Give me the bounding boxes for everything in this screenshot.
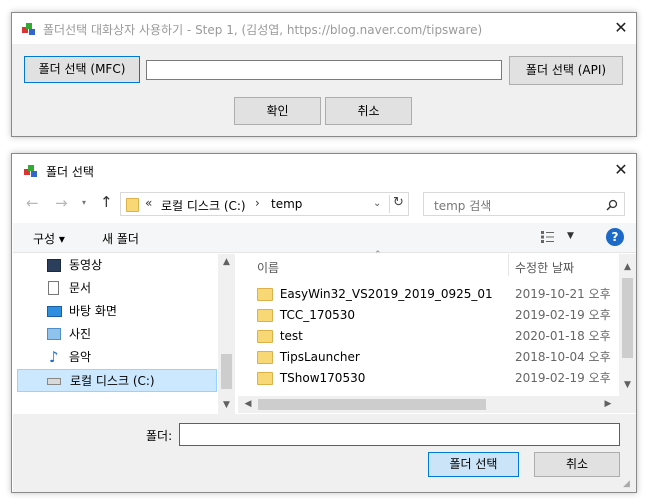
forward-icon[interactable]: → (55, 194, 68, 212)
up-icon[interactable]: ↑ (100, 193, 113, 211)
new-folder-button[interactable]: 새 폴더 (102, 230, 139, 247)
recent-dropdown-icon[interactable]: ▾ (82, 198, 86, 207)
help-icon[interactable]: ? (606, 228, 624, 246)
list-horizontal-scrollbar[interactable]: ◀ ▶ (238, 396, 636, 413)
folder-icon (257, 309, 273, 322)
tree-scroll-thumb[interactable] (221, 354, 232, 389)
drive-icon (47, 378, 61, 385)
main-window: 폴더선택 대화상자 사용하기 - Step 1, (김성엽, https://b… (11, 12, 637, 137)
tree-item-music[interactable]: ♪ 음악 (17, 346, 217, 369)
list-scroll-right-icon[interactable]: ▶ (602, 399, 614, 409)
list-vertical-scrollbar[interactable]: ▲ ▼ (619, 254, 636, 396)
address-separator[interactable]: › (255, 196, 260, 210)
main-titlebar: 폴더선택 대화상자 사용하기 - Step 1, (김성엽, https://b… (12, 13, 636, 44)
address-dropdown-icon[interactable]: ⌄ (373, 198, 381, 209)
tree-scrollbar[interactable]: ▲ ▼ (218, 254, 235, 414)
tree-item-videos[interactable]: 동영상 (17, 254, 217, 277)
list-scroll-thumb[interactable] (622, 278, 633, 358)
tree-scroll-down-icon[interactable]: ▼ (218, 400, 235, 410)
tree-item-pictures[interactable]: 사진 (17, 323, 217, 346)
search-icon (606, 199, 618, 211)
folder-path-field[interactable] (146, 60, 502, 80)
folder-name-input[interactable] (179, 423, 620, 446)
list-item[interactable]: TCC_170530 2019-02-19 오후 (257, 305, 627, 326)
list-hscroll-thumb[interactable] (258, 399, 486, 410)
dialog-cancel-button[interactable]: 취소 (534, 452, 620, 477)
toolbar: 구성 ▾ 새 폴더 ▼ ? (13, 223, 636, 253)
search-placeholder: temp 검색 (434, 199, 492, 213)
list-item[interactable]: EasyWin32_VS2019_2019_0925_01 2019-10-21… (257, 284, 627, 305)
view-options-icon[interactable] (541, 231, 559, 243)
folder-label: 폴더: (146, 429, 173, 443)
resize-grip-icon[interactable]: ◢ (623, 479, 630, 489)
main-window-title: 폴더선택 대화상자 사용하기 - Step 1, (김성엽, https://b… (43, 23, 483, 37)
dialog-footer: 폴더: 폴더 선택 취소 ◢ (13, 414, 636, 492)
column-header-name[interactable]: 이름 (257, 259, 279, 276)
pictures-icon (47, 328, 61, 340)
desktop-icon (47, 306, 62, 317)
list-scroll-left-icon[interactable]: ◀ (242, 399, 254, 409)
folder-icon (257, 288, 273, 301)
music-icon: ♪ (49, 348, 59, 366)
search-input[interactable]: temp 검색 (423, 192, 625, 216)
select-folder-button[interactable]: 폴더 선택 (428, 452, 519, 477)
column-header-modified[interactable]: 수정한 날짜 (515, 259, 574, 276)
cancel-button[interactable]: 취소 (325, 97, 412, 125)
tree-item-desktop[interactable]: 바탕 화면 (17, 300, 217, 323)
address-folder-icon (126, 198, 139, 212)
back-icon[interactable]: ← (26, 194, 39, 212)
address-overflow[interactable]: « (145, 196, 152, 210)
list-scroll-down-icon[interactable]: ▼ (619, 380, 636, 390)
organize-button[interactable]: 구성 ▾ (33, 230, 65, 247)
address-drive[interactable]: 로컬 디스크 (C:) (161, 197, 246, 214)
video-icon (47, 259, 61, 272)
document-icon (48, 281, 59, 295)
navigation-pane: 동영상 문서 바탕 화면 사진 ♪ 음악 로컬 디스크 (C:) ▲ ▼ (13, 254, 235, 414)
list-item[interactable]: TipsLauncher 2018-10-04 오후 (257, 347, 627, 368)
list-scroll-up-icon[interactable]: ▲ (619, 262, 636, 272)
refresh-icon[interactable]: ↻ (393, 195, 404, 210)
list-item[interactable]: TShow170530 2019-02-19 오후 (257, 368, 627, 389)
select-folder-api-button[interactable]: 폴더 선택 (API) (509, 56, 623, 85)
tree-item-documents[interactable]: 문서 (17, 277, 217, 300)
sort-indicator-icon: ⌃ (374, 250, 382, 260)
dialog-title: 폴더 선택 (46, 165, 94, 179)
view-dropdown-icon[interactable]: ▼ (567, 231, 574, 241)
folder-select-dialog: 폴더 선택 ✕ ← → ▾ ↑ « 로컬 디스크 (C:) › temp ⌄ ↻… (11, 153, 637, 493)
tree-item-local-disk[interactable]: 로컬 디스크 (C:) (17, 369, 217, 392)
select-folder-mfc-button[interactable]: 폴더 선택 (MFC) (24, 56, 140, 83)
folder-icon (257, 351, 273, 364)
address-bar[interactable]: « 로컬 디스크 (C:) › temp ⌄ ↻ (120, 192, 409, 216)
tree-scroll-up-icon[interactable]: ▲ (218, 257, 235, 267)
close-icon[interactable]: ✕ (610, 17, 632, 39)
address-folder[interactable]: temp (271, 197, 302, 211)
list-item[interactable]: test 2020-01-18 오후 (257, 326, 627, 347)
file-list-pane: ⌃ 이름 수정한 날짜 EasyWin32_VS2019_2019_0925_0… (238, 250, 636, 414)
dialog-close-icon[interactable]: ✕ (610, 159, 632, 181)
dialog-app-icon (24, 165, 37, 177)
ok-button[interactable]: 확인 (234, 97, 321, 125)
folder-icon (257, 372, 273, 385)
app-icon (22, 23, 35, 35)
folder-icon (257, 330, 273, 343)
